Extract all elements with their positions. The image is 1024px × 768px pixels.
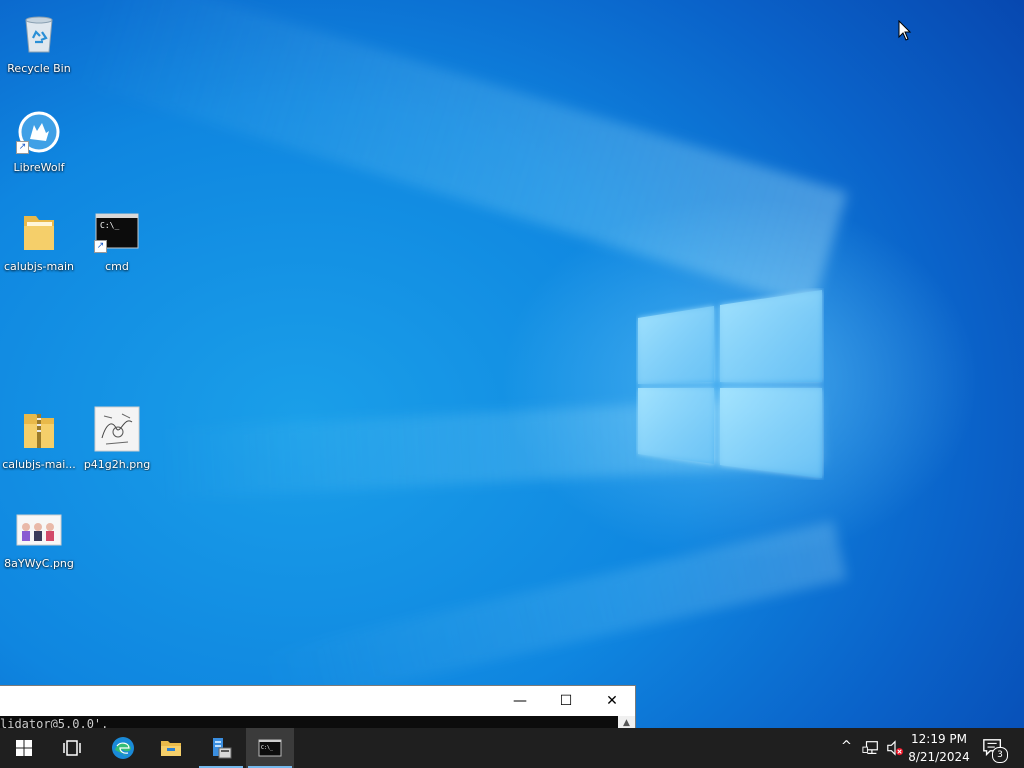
clock-date: 8/21/2024 <box>908 750 970 764</box>
desktop-icon-calubjs-main-folder[interactable]: calubjs-main <box>1 204 77 280</box>
svg-text:C:\_: C:\_ <box>100 221 119 230</box>
windows-logo <box>636 288 824 480</box>
window-titlebar[interactable]: — ☐ ✕ <box>0 686 635 716</box>
desktop-icon-label: cmd <box>105 260 129 273</box>
volume-muted-icon <box>887 740 904 756</box>
desktop-icon-p41g2h-png[interactable]: p41g2h.png <box>79 402 155 478</box>
recycle-bin-icon <box>25 16 53 53</box>
notification-count-badge: 3 <box>992 747 1008 763</box>
desktop-icon-label: 8aYWyC.png <box>4 557 74 570</box>
close-button[interactable]: ✕ <box>589 686 635 716</box>
desktop-icon-label: p41g2h.png <box>83 458 151 471</box>
desktop[interactable]: Recycle Bin ↗ LibreWolf calubjs-main C:\… <box>0 0 1024 728</box>
maximize-icon: ☐ <box>559 693 573 709</box>
start-button[interactable] <box>0 728 48 768</box>
taskbar-file-explorer[interactable] <box>147 728 195 768</box>
action-center-button[interactable]: 3 <box>978 728 1018 768</box>
clock[interactable]: 12:19 PM 8/21/2024 <box>906 728 972 768</box>
desktop-icon-librewolf[interactable]: ↗ LibreWolf <box>1 105 77 181</box>
wallpaper-beam <box>76 0 848 308</box>
desktop-icon-label: LibreWolf <box>13 161 65 174</box>
volume-button[interactable] <box>884 728 906 768</box>
folder-icon <box>24 216 54 250</box>
chevron-up-icon: ▲ <box>623 718 630 728</box>
desktop-icon-label: calubjs-main <box>3 260 75 273</box>
chevron-up-icon: ^ <box>841 739 852 754</box>
svg-text:C:\_: C:\_ <box>261 745 274 751</box>
task-view-button[interactable] <box>48 728 96 768</box>
command-prompt-window[interactable]: — ☐ ✕ lidator@5.0.0'. ▲ <box>0 685 636 728</box>
desktop-icon-label: calubjs-mai... <box>2 458 76 471</box>
minimize-icon: — <box>513 693 527 709</box>
image-file-icon <box>16 514 62 546</box>
task-view-icon <box>63 740 81 756</box>
server-manager-icon <box>213 738 232 759</box>
taskbar-edge[interactable] <box>99 728 147 768</box>
edge-icon <box>112 737 134 759</box>
console-output[interactable]: lidator@5.0.0'. <box>0 716 618 728</box>
desktop-icon-recycle-bin[interactable]: Recycle Bin <box>1 6 77 82</box>
show-hidden-icons-button[interactable]: ^ <box>838 728 856 768</box>
mouse-cursor-icon <box>898 20 912 41</box>
windows-logo-icon <box>638 290 822 478</box>
minimize-button[interactable]: — <box>497 686 543 716</box>
cmd-icon: C:\_ <box>258 739 282 757</box>
desktop-icon-cmd[interactable]: C:\_ ↗ cmd <box>79 204 155 280</box>
network-icon <box>862 741 878 754</box>
desktop-icon-8aywyc-png[interactable]: 8aYWyC.png <box>1 501 77 577</box>
taskbar: C:\_ ^ 12:19 PM 8/21/2024 3 <box>0 728 1024 768</box>
zip-folder-icon <box>24 414 54 448</box>
file-explorer-icon <box>161 741 181 756</box>
clock-time: 12:19 PM <box>911 732 967 746</box>
start-icon <box>16 740 32 756</box>
scroll-up-button[interactable]: ▲ <box>618 716 635 728</box>
desktop-icon-calubjs-main-zip[interactable]: calubjs-mai... <box>1 402 77 478</box>
maximize-button[interactable]: ☐ <box>543 686 589 716</box>
image-file-icon <box>94 406 140 452</box>
close-icon: ✕ <box>606 693 618 709</box>
shortcut-arrow-icon: ↗ <box>16 141 29 154</box>
taskbar-server-manager[interactable] <box>197 728 245 768</box>
taskbar-command-prompt[interactable]: C:\_ <box>246 728 294 768</box>
network-button[interactable] <box>860 728 882 768</box>
desktop-icon-label: Recycle Bin <box>7 62 71 75</box>
shortcut-arrow-icon: ↗ <box>94 240 107 253</box>
